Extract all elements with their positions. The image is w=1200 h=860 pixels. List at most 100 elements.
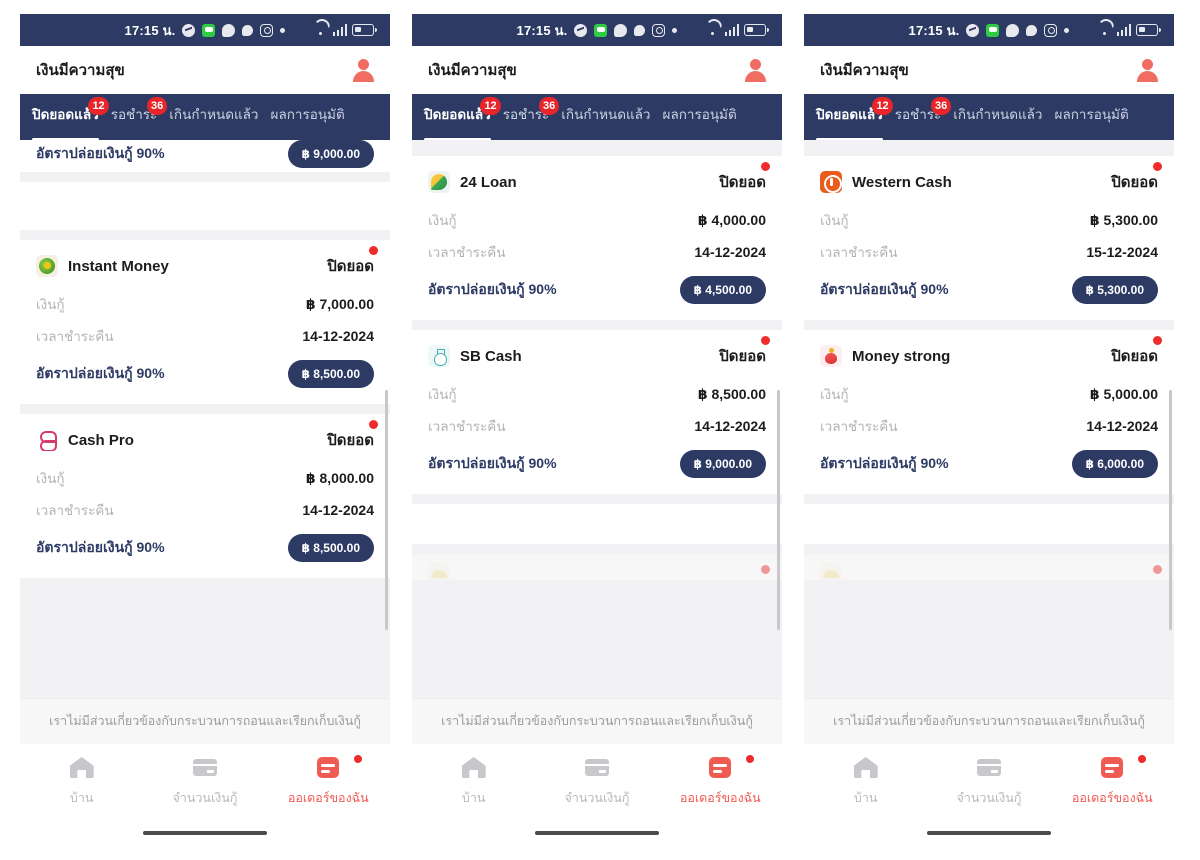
loan-app-name: Instant Money xyxy=(68,257,169,275)
order-line xyxy=(321,769,331,773)
tab-3[interactable]: เกินกำหนดแล้ว xyxy=(555,104,656,140)
user-avatar-icon[interactable] xyxy=(742,57,768,83)
card-slot xyxy=(598,770,606,773)
nav-item-2[interactable]: จำนวนเงินกู้ xyxy=(927,754,1050,808)
tab-4[interactable]: ผลการอนุมัติ xyxy=(1049,104,1135,140)
tab-2[interactable]: รอชำระ 36 xyxy=(497,97,560,140)
tab-4[interactable]: ผลการอนุมัติ xyxy=(265,104,351,140)
repay-date-row: เวลาชำระคืน 14-12-2024 xyxy=(36,494,374,526)
amount-pill[interactable]: ฿ 6,000.00 xyxy=(1071,450,1158,478)
nav-item-2[interactable]: จำนวนเงินกู้ xyxy=(143,754,266,808)
repay-date-row: เวลาชำระคืน 14-12-2024 xyxy=(428,236,766,268)
tab-1[interactable]: ปิดยอดแล้ว 12 xyxy=(418,97,501,141)
card-brand: Western Cash xyxy=(820,171,952,193)
loan-card[interactable]: Western Cash ปิดยอด เงินกู้฿ 5,300.00 เวลาช… xyxy=(804,156,1174,320)
repay-date-value: 14-12-2024 xyxy=(302,328,374,344)
partial-card-bottom[interactable] xyxy=(412,554,782,580)
loan-amount-label: เงินกู้ xyxy=(820,213,849,228)
card-footer: อัตราปล่อยเงินกู้ 90% ฿ 6,000.00 xyxy=(820,450,1158,478)
partial-card-bottom[interactable] xyxy=(804,554,1174,580)
tab-label: ผลการอนุมัติ xyxy=(662,107,737,122)
wifi-icon xyxy=(705,24,720,36)
status-badge: ปิดยอด xyxy=(719,162,770,194)
nav-item-3[interactable]: ออเดอร์ของฉัน xyxy=(1051,754,1174,808)
loan-card[interactable]: Instant Money ปิดยอด เงินกู้ ฿ 7,000.00 เวลา… xyxy=(20,240,390,404)
loan-amount-row: เงินกู้ ฿ 4,000.00 xyxy=(428,204,766,236)
amount-pill[interactable]: ฿ 4,500.00 xyxy=(679,276,766,304)
home-bar[interactable] xyxy=(535,831,659,835)
loan-list[interactable]: อัตราปล่อยเงินกู้ 90% ฿ 9,000.00 Instant M… xyxy=(20,140,390,698)
loan-amount-label: เงินกู้ xyxy=(820,387,849,402)
card-brand: Cash Pro xyxy=(36,429,134,451)
tab-4[interactable]: ผลการอนุมัติ xyxy=(657,104,743,140)
app-bar: เงินมีความสุข xyxy=(804,46,1174,94)
amount-pill[interactable]: ฿ 8,500.00 xyxy=(287,360,374,388)
loan-amount-row: เงินกู้ ฿ 8,000.00 xyxy=(36,462,374,494)
partial-card-top[interactable]: อัตราปล่อยเงินกู้ 90% ฿ 9,000.00 xyxy=(20,140,390,172)
card-footer: อัตราปล่อยเงินกู้ 90% ฿ 5,300.00 xyxy=(820,276,1158,304)
user-avatar-icon[interactable] xyxy=(1134,57,1160,83)
home-icon xyxy=(851,754,881,780)
signal-icon xyxy=(1116,24,1131,36)
loan-card[interactable]: 24 Loan ปิดยอด เงินกู้ ฿ 4,000.00 เวลาชำระคื… xyxy=(412,156,782,320)
list-scrollbar[interactable] xyxy=(1169,390,1172,630)
user-avatar-icon[interactable] xyxy=(350,57,376,83)
tab-1[interactable]: ปิดยอดแล้ว 12 xyxy=(26,97,109,141)
list-scrollbar[interactable] xyxy=(385,390,388,630)
loan-card[interactable]: SB Cash ปิดยอด เงินกู้ ฿ 8,500.00 เวลาชำระคื… xyxy=(412,330,782,494)
nav-item-1[interactable]: บ้าน xyxy=(804,754,927,808)
loan-card[interactable]: Cash Pro ปิดยอด เงินกู้ ฿ 8,000.00 เวลาชำระค… xyxy=(20,414,390,578)
credit-card-icon xyxy=(190,754,220,780)
footer-disclaimer: เราไม่มีส่วนเกี่ยวข้องกับกระบวนการถอนและ… xyxy=(20,698,390,744)
card-brand xyxy=(428,562,450,580)
nav-label: บ้าน xyxy=(853,791,878,805)
tab-2[interactable]: รอชำระ 36 xyxy=(889,97,952,140)
tab-3[interactable]: เกินกำหนดแล้ว xyxy=(947,104,1048,140)
rate-label: อัตราปล่อยเงินกู้ 90% xyxy=(820,281,949,297)
nav-item-3[interactable]: ออเดอร์ของฉัน xyxy=(267,754,390,808)
status-badge: ปิดยอด xyxy=(719,336,770,368)
card-spacer xyxy=(804,504,1174,544)
status-bar-right-icons xyxy=(705,24,769,36)
nav-label: จำนวนเงินกู้ xyxy=(564,791,630,805)
loan-amount-label: เงินกู้ xyxy=(428,213,457,228)
amount-pill[interactable]: ฿ 8,500.00 xyxy=(287,534,374,562)
partial-logo xyxy=(428,562,450,580)
tab-2[interactable]: รอชำระ 36 xyxy=(105,97,168,140)
list-scrollbar[interactable] xyxy=(777,390,780,630)
messenger-icon xyxy=(574,23,588,37)
rate-label: อัตราปล่อยเงินกู้ 90% xyxy=(820,455,949,471)
loan-amount-label: เงินกู้ xyxy=(428,387,457,402)
tab-1[interactable]: ปิดยอดแล้ว 12 xyxy=(810,97,893,141)
amount-pill[interactable]: ฿ 5,300.00 xyxy=(1071,276,1158,304)
dot-icon xyxy=(280,27,286,33)
nav-item-1[interactable]: บ้าน xyxy=(20,754,143,808)
nav-label: บ้าน xyxy=(69,791,94,805)
repay-date-value: 14-12-2024 xyxy=(1086,418,1158,434)
status-badge: ปิดยอด xyxy=(327,246,378,278)
home-bar[interactable] xyxy=(143,831,267,835)
nav-item-3[interactable]: ออเดอร์ของฉัน xyxy=(659,754,782,808)
repay-date-label: เวลาชำระคืน xyxy=(428,419,506,434)
nav-item-1[interactable]: บ้าน xyxy=(412,754,535,808)
loan-list[interactable]: 24 Loan ปิดยอด เงินกู้฿ 4,000.00 เวลาชำระคื… xyxy=(412,140,782,698)
signal-bar xyxy=(1124,27,1127,36)
nav-item-2[interactable]: จำนวนเงินกู้ xyxy=(535,754,658,808)
order-line xyxy=(1105,763,1120,767)
nav-label: ออเดอร์ของฉัน xyxy=(287,791,369,805)
amount-pill[interactable]: ฿ 9,000.00 xyxy=(679,450,766,478)
signal-bar xyxy=(1128,24,1131,36)
amount-pill[interactable]: ฿ 9,000.00 xyxy=(287,140,374,168)
loan-list[interactable]: Western Cash ปิดยอด เงินกู้฿ 5,300.00 เวลาช… xyxy=(804,140,1174,698)
western-cash-logo xyxy=(820,171,842,193)
24-loan-logo xyxy=(428,171,450,193)
money-strong-logo xyxy=(820,345,842,367)
tab-3[interactable]: เกินกำหนดแล้ว xyxy=(163,104,264,140)
home-indicator xyxy=(20,822,390,844)
loan-amount-value: ฿ 8,500.00 xyxy=(697,385,766,402)
loan-card[interactable]: Money strong ปิดยอด เงินกู้ ฿ 5,000.00 เวลาช… xyxy=(804,330,1174,494)
card-footer: อัตราปล่อยเงินกู้ 90% ฿ 9,000.00 xyxy=(36,140,374,168)
nav-label: ออเดอร์ของฉัน xyxy=(1071,791,1153,805)
home-bar[interactable] xyxy=(927,831,1051,835)
loan-app-name: Cash Pro xyxy=(68,431,134,449)
